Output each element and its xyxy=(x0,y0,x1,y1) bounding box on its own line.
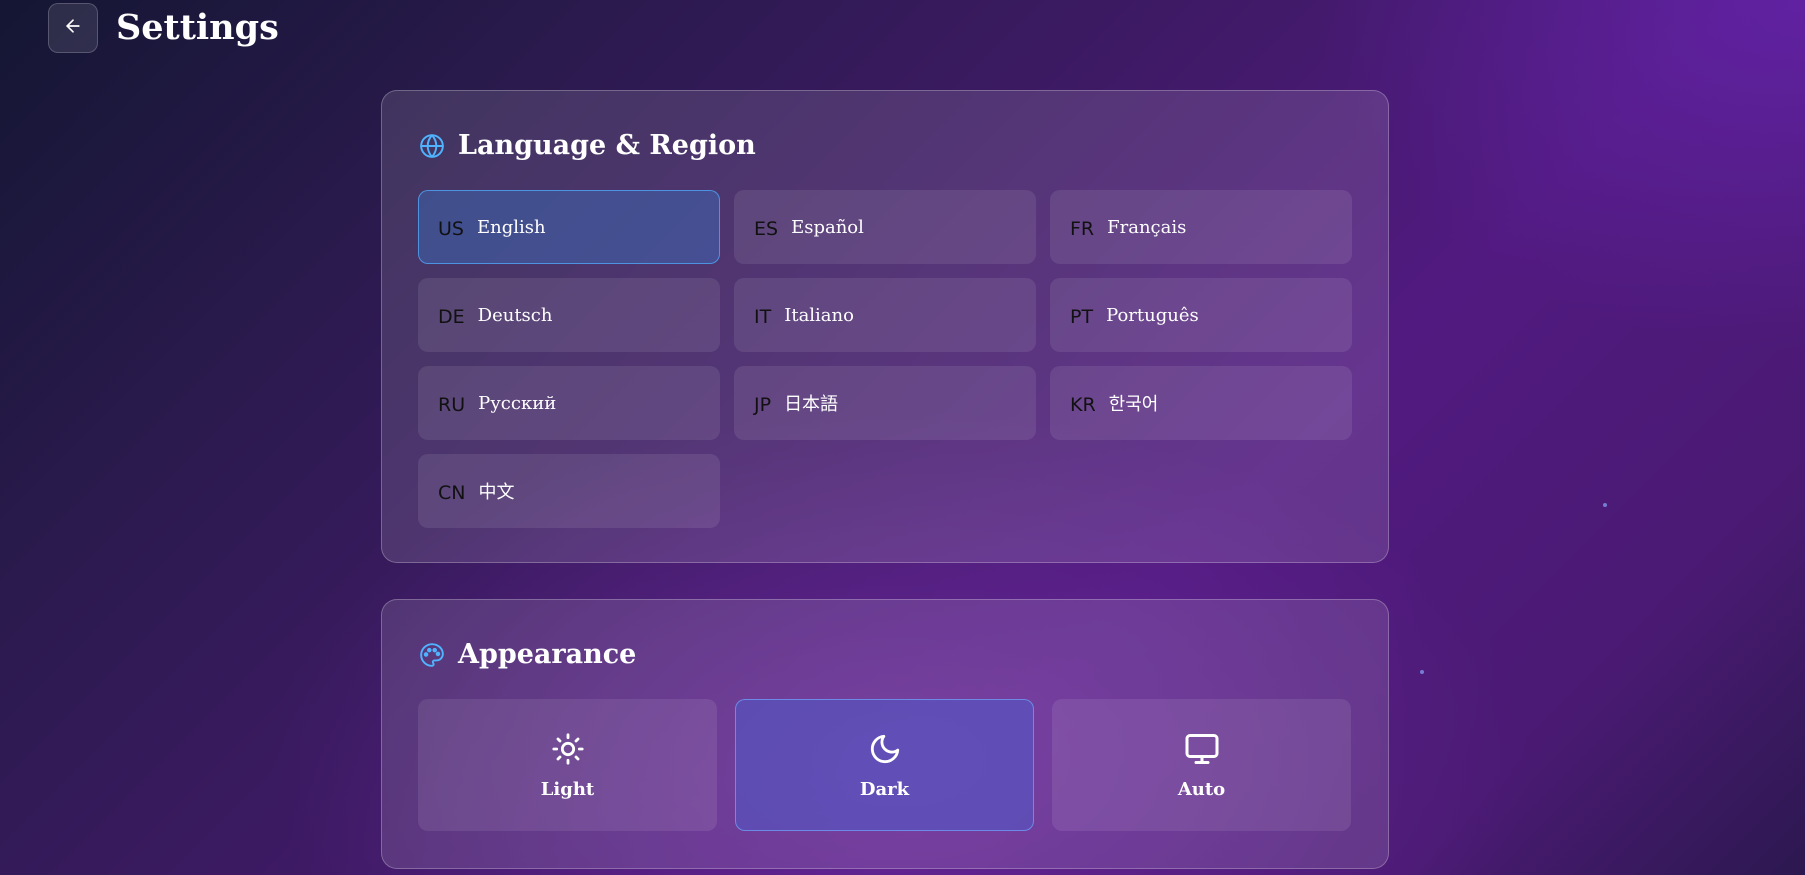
moon-icon xyxy=(867,731,903,767)
language-option-portuguese[interactable]: PT Português xyxy=(1050,278,1352,352)
language-code: ES xyxy=(754,218,779,240)
language-name: Español xyxy=(791,216,864,238)
theme-label: Auto xyxy=(1177,778,1226,800)
language-region-header: Language & Region xyxy=(418,129,756,163)
arrow-left-icon xyxy=(63,16,83,40)
language-code: IT xyxy=(754,306,772,328)
language-option-french[interactable]: FR Français xyxy=(1050,190,1352,264)
theme-option-light[interactable]: Light xyxy=(418,699,717,831)
language-name: English xyxy=(476,216,546,238)
appearance-card: Appearance Light Dark Auto xyxy=(381,599,1389,869)
globe-icon xyxy=(418,132,446,160)
appearance-title: Appearance xyxy=(458,639,637,670)
language-option-italian[interactable]: IT Italiano xyxy=(734,278,1036,352)
theme-label: Dark xyxy=(859,778,910,800)
appearance-header: Appearance xyxy=(418,638,636,672)
language-option-chinese[interactable]: CN 中文 xyxy=(418,454,720,528)
language-region-title: Language & Region xyxy=(458,130,756,161)
language-code: DE xyxy=(438,306,465,328)
language-code: CN xyxy=(438,482,466,504)
theme-options: Light Dark Auto xyxy=(418,699,1354,831)
background-star xyxy=(1603,503,1607,507)
language-option-english[interactable]: US English xyxy=(418,190,720,264)
language-name: Italiano xyxy=(784,304,854,326)
language-code: KR xyxy=(1070,394,1096,416)
language-option-japanese[interactable]: JP 日本語 xyxy=(734,366,1036,440)
language-option-german[interactable]: DE Deutsch xyxy=(418,278,720,352)
language-region-card: Language & Region US English ES Español … xyxy=(381,90,1389,563)
page-title: Settings xyxy=(116,7,279,48)
theme-option-auto[interactable]: Auto xyxy=(1052,699,1351,831)
theme-label: Light xyxy=(540,778,595,800)
language-name: 日本語 xyxy=(784,394,839,415)
language-code: RU xyxy=(438,394,466,416)
language-code: JP xyxy=(754,394,772,416)
language-name: Русский xyxy=(478,392,557,414)
language-option-russian[interactable]: RU Русский xyxy=(418,366,720,440)
language-option-spanish[interactable]: ES Español xyxy=(734,190,1036,264)
back-button[interactable] xyxy=(48,3,98,53)
language-option-korean[interactable]: KR 한국어 xyxy=(1050,366,1352,440)
language-name: 한국어 xyxy=(1108,394,1159,415)
language-code: PT xyxy=(1070,306,1094,328)
language-name: Português xyxy=(1106,304,1199,326)
monitor-icon xyxy=(1184,731,1220,767)
language-name: Deutsch xyxy=(477,304,553,326)
language-name: 中文 xyxy=(478,482,515,503)
language-name: Français xyxy=(1107,216,1187,238)
sun-icon xyxy=(550,731,586,767)
background-star xyxy=(1420,670,1424,674)
language-code: US xyxy=(438,218,464,240)
language-options: US English ES Español FR Français DE Deu… xyxy=(418,190,1352,528)
language-code: FR xyxy=(1070,218,1095,240)
theme-option-dark[interactable]: Dark xyxy=(735,699,1034,831)
palette-icon xyxy=(418,641,446,669)
